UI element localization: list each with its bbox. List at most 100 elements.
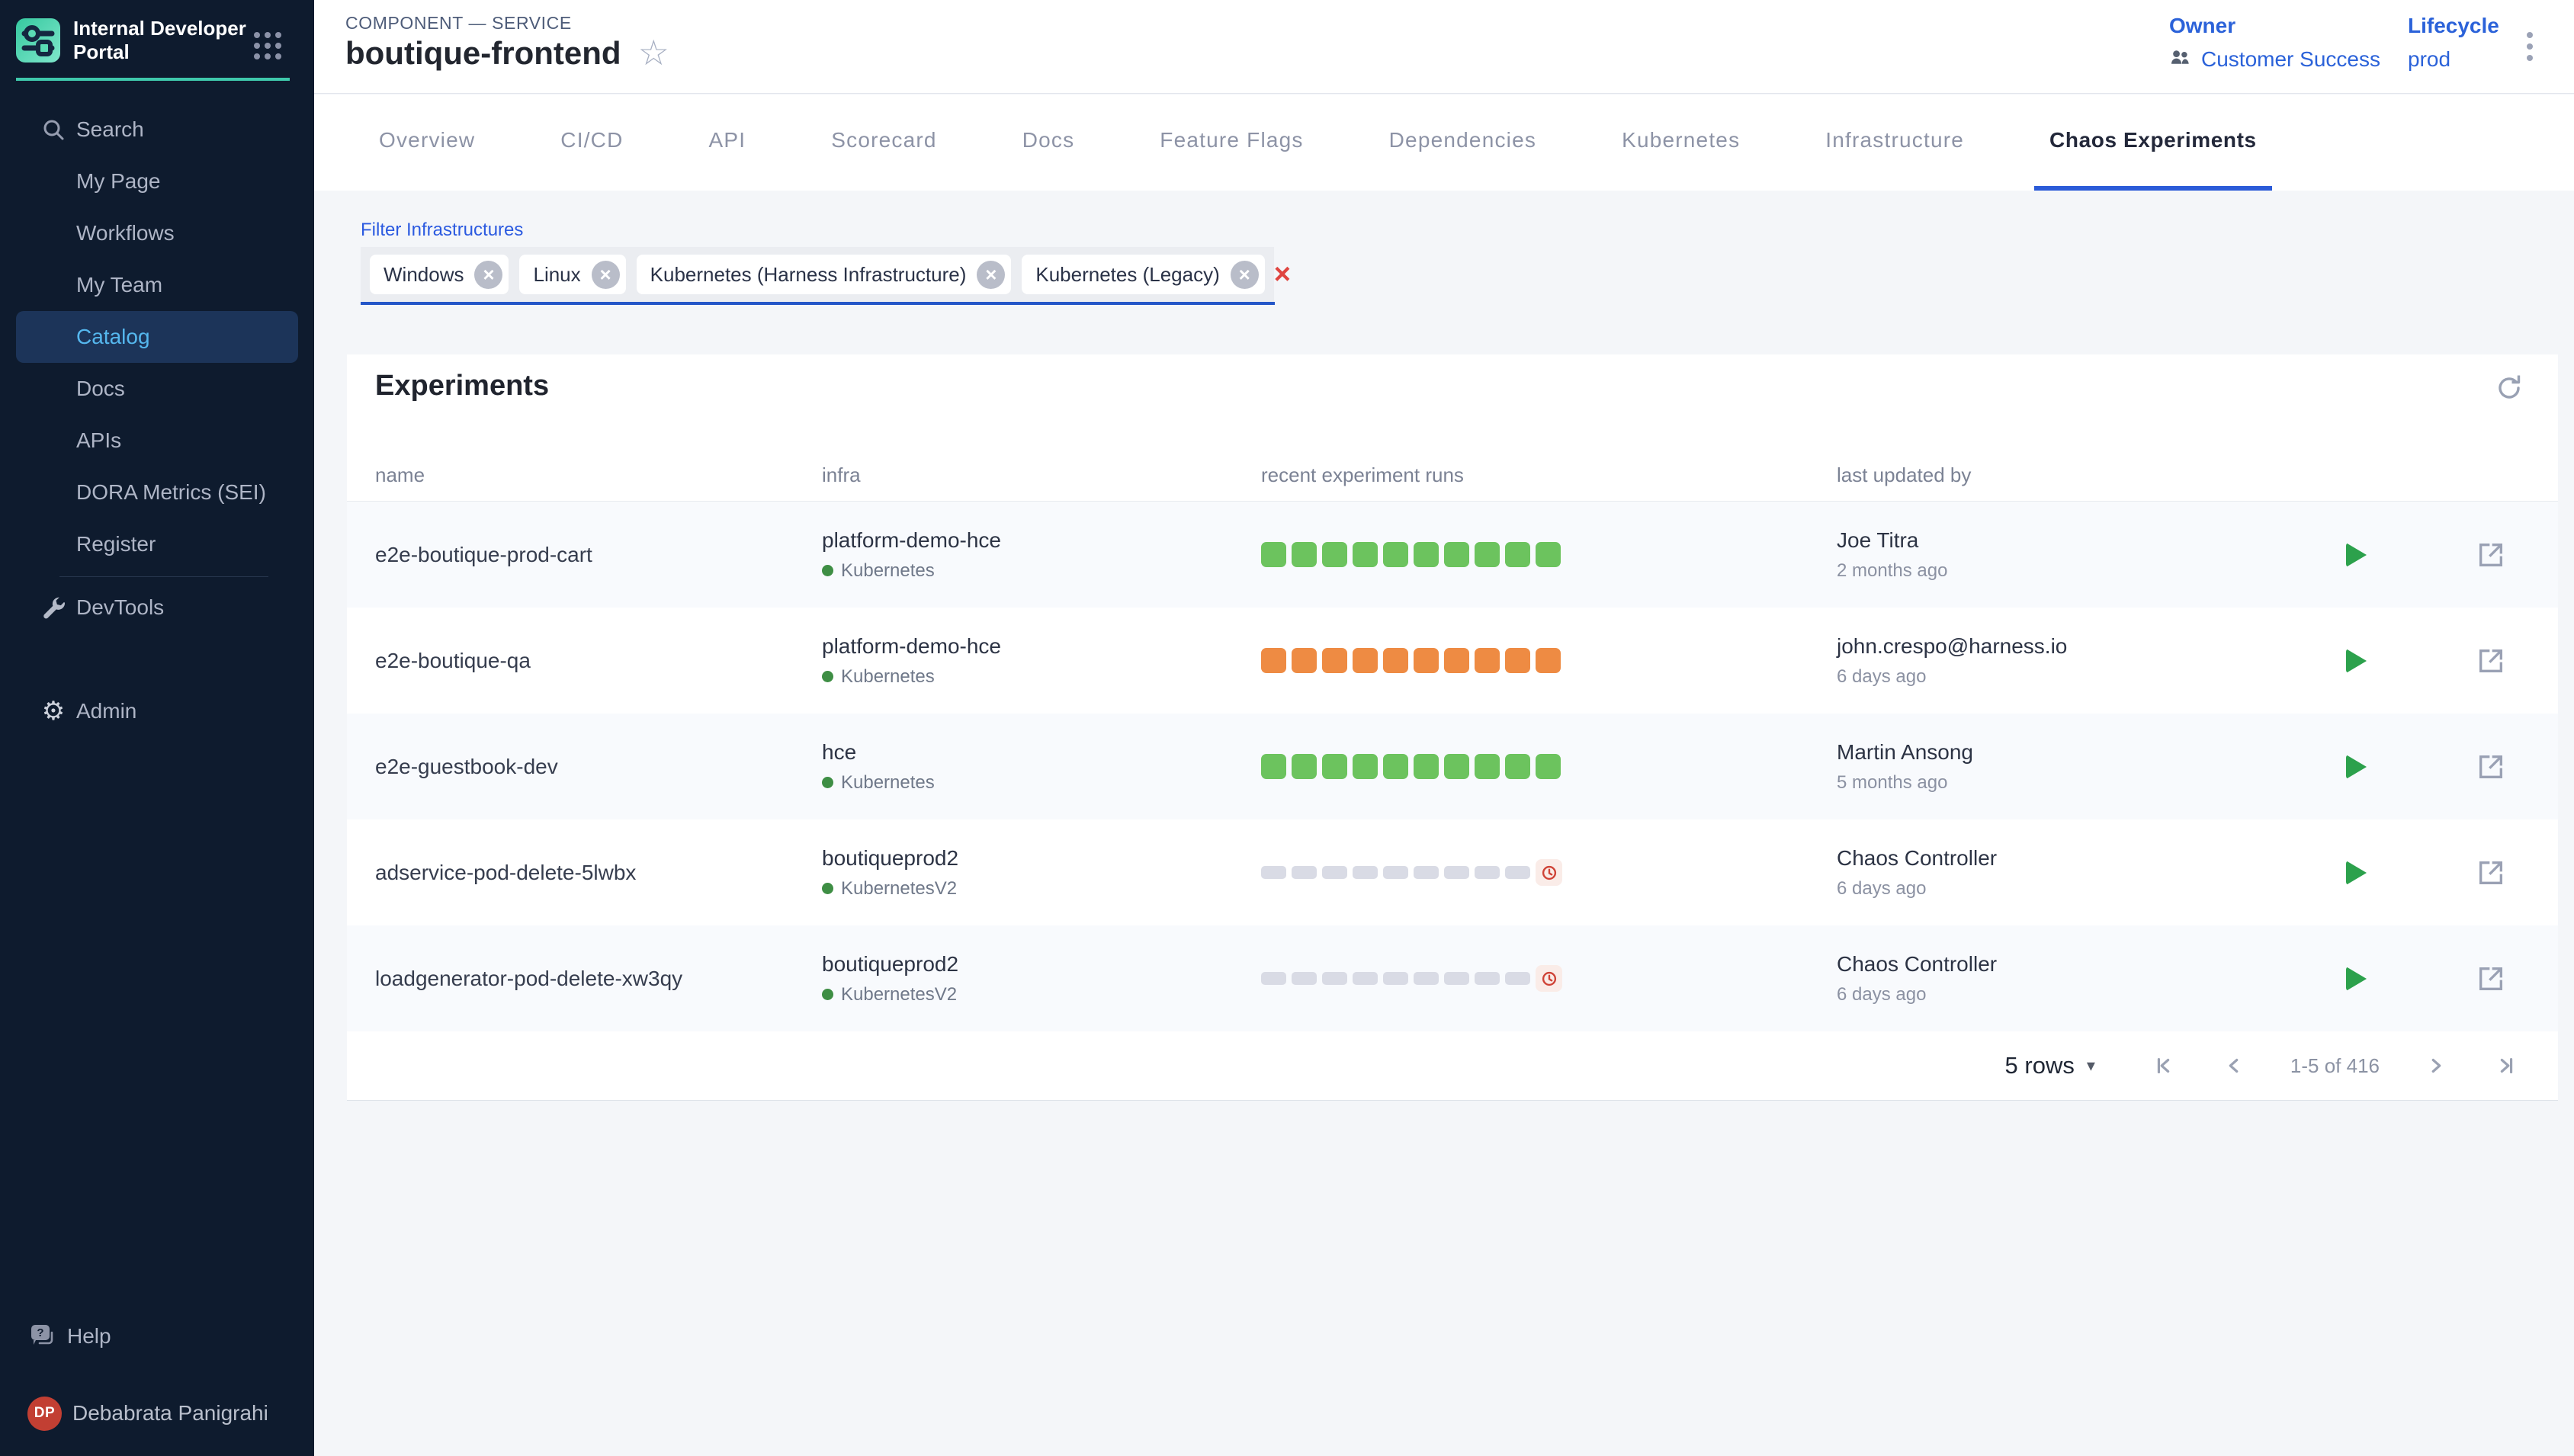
sidebar-item-catalog[interactable]: Catalog [16,311,298,363]
run-status-square-passed [1444,754,1469,779]
chip-close-icon[interactable]: × [474,261,502,289]
sidebar-item-dora-metrics[interactable]: DORA Metrics (SEI) [0,467,314,518]
tab-overview[interactable]: Overview [364,95,490,191]
sidebar-item-docs[interactable]: Docs [0,363,314,415]
sidebar-item-admin[interactable]: ⚙ Admin [0,685,314,737]
run-experiment-button[interactable] [2343,966,2369,992]
sidebar-item-my-page[interactable]: My Page [0,156,314,207]
sidebar-item-register[interactable]: Register [0,518,314,570]
run-experiment-button[interactable] [2343,542,2369,568]
updated-by-time: 6 days ago [1837,878,2329,900]
filter-chips: Windows × Linux × Kubernetes (Harness In… [361,247,1274,302]
infra-cell: hce Kubernetes [822,740,1261,794]
run-status-square-failed [1261,648,1286,673]
infrastructure-filter-input[interactable]: Windows × Linux × Kubernetes (Harness In… [361,247,1275,305]
infra-cell: platform-demo-hce Kubernetes [822,528,1261,582]
sidebar-item-my-team[interactable]: My Team [0,259,314,311]
recent-runs-strip[interactable] [1261,965,1837,992]
open-in-new-button[interactable] [2476,646,2506,676]
sidebar-item-label: My Team [76,273,162,297]
tab-feature-flags[interactable]: Feature Flags [1144,95,1318,191]
run-experiment-button[interactable] [2343,648,2369,674]
run-experiment-button[interactable] [2343,860,2369,886]
kebab-menu-icon[interactable] [2524,29,2536,64]
owner-label: Owner [2169,14,2380,38]
table-body: e2e-boutique-prod-cart platform-demo-hce… [347,502,2558,1031]
next-page-button[interactable] [2422,1052,2450,1079]
svg-text:?: ? [37,1326,43,1339]
sidebar-item-label: DORA Metrics (SEI) [76,480,266,505]
sidebar: Internal Developer Portal Search My Page… [0,0,314,1456]
chip-close-icon[interactable]: × [592,261,620,289]
tab-cicd[interactable]: CI/CD [545,95,638,191]
chip-close-icon[interactable]: × [977,261,1005,289]
tab-docs[interactable]: Docs [1007,95,1090,191]
recent-runs-strip[interactable] [1261,542,1837,567]
favorite-star-icon[interactable]: ☆ [638,37,669,69]
recent-runs-strip[interactable] [1261,648,1837,673]
owner-link[interactable]: Customer Success [2201,47,2380,72]
sidebar-item-devtools[interactable]: DevTools [0,582,314,633]
sidebar-item-workflows[interactable]: Workflows [0,207,314,259]
tab-dependencies[interactable]: Dependencies [1374,95,1552,191]
experiment-name: e2e-boutique-qa [347,649,822,673]
run-status-square-passed [1292,542,1317,567]
experiment-name: loadgenerator-pod-delete-xw3qy [347,967,822,991]
tab-kubernetes[interactable]: Kubernetes [1606,95,1755,191]
refresh-icon[interactable] [2492,371,2526,405]
run-status-square-failed [1322,648,1347,673]
sidebar-item-label: Workflows [76,221,175,245]
entity-header: COMPONENT — SERVICE boutique-frontend ☆ … [314,0,2574,94]
chip-close-icon[interactable]: × [1231,261,1259,289]
scheduled-clock-icon [1541,864,1558,881]
experiments-title: Experiments [375,370,549,402]
people-icon [2169,47,2192,72]
open-in-new-button[interactable] [2476,752,2506,782]
search-icon [40,116,67,143]
sidebar-item-label: Help [67,1324,111,1349]
updated-by-time: 5 months ago [1837,772,2329,794]
recent-runs-strip[interactable] [1261,754,1837,779]
clear-filters-icon[interactable]: × [1274,247,1291,302]
play-icon [2346,967,2367,991]
table-row: e2e-boutique-prod-cart platform-demo-hce… [347,502,2558,608]
updated-by-cell: Joe Titra 2 months ago [1837,528,2329,582]
sidebar-item-label: Catalog [76,325,150,349]
recent-runs-strip[interactable] [1261,859,1837,886]
run-status-square-pending [1414,866,1439,879]
gear-icon: ⚙ [40,698,67,725]
infra-status-dot [822,989,833,1000]
run-status-square-passed [1261,754,1286,779]
previous-page-button[interactable] [2220,1052,2248,1079]
run-status-square-passed [1322,542,1347,567]
open-in-new-button[interactable] [2476,858,2506,888]
open-in-new-icon [2476,752,2506,782]
run-status-square-pending [1475,866,1500,879]
tab-api[interactable]: API [694,95,762,191]
run-experiment-button[interactable] [2343,754,2369,780]
app-switcher-icon[interactable] [254,32,281,59]
sidebar-item-label: Search [76,117,144,142]
open-in-new-button[interactable] [2476,540,2506,570]
infra-status-dot [822,883,833,894]
filter-chip: Kubernetes (Legacy) × [1022,255,1264,294]
tab-chaos-experiments[interactable]: Chaos Experiments [2034,95,2272,191]
sidebar-item-label: Register [76,532,156,556]
user-avatar: DP [27,1397,62,1431]
last-page-button[interactable] [2492,1052,2520,1079]
sidebar-help-section: ? Help [0,1310,314,1362]
tab-infrastructure[interactable]: Infrastructure [1810,95,1979,191]
first-page-button[interactable] [2150,1052,2178,1079]
chip-label: Kubernetes (Legacy) [1035,263,1219,287]
infra-name: boutiqueprod2 [822,846,1261,871]
run-status-square-failed [1475,648,1500,673]
rows-per-page-select[interactable]: 5 rows ▾ [2005,1052,2095,1079]
tab-scorecard[interactable]: Scorecard [816,95,952,191]
open-in-new-button[interactable] [2476,964,2506,994]
sidebar-item-help[interactable]: ? Help [0,1310,314,1362]
sidebar-item-search[interactable]: Search [0,104,314,156]
infra-cell: platform-demo-hce Kubernetes [822,634,1261,688]
infra-cell: boutiqueprod2 KubernetesV2 [822,846,1261,900]
sidebar-item-apis[interactable]: APIs [0,415,314,467]
sidebar-user[interactable]: DP Debabrata Panigrahi [0,1384,314,1443]
